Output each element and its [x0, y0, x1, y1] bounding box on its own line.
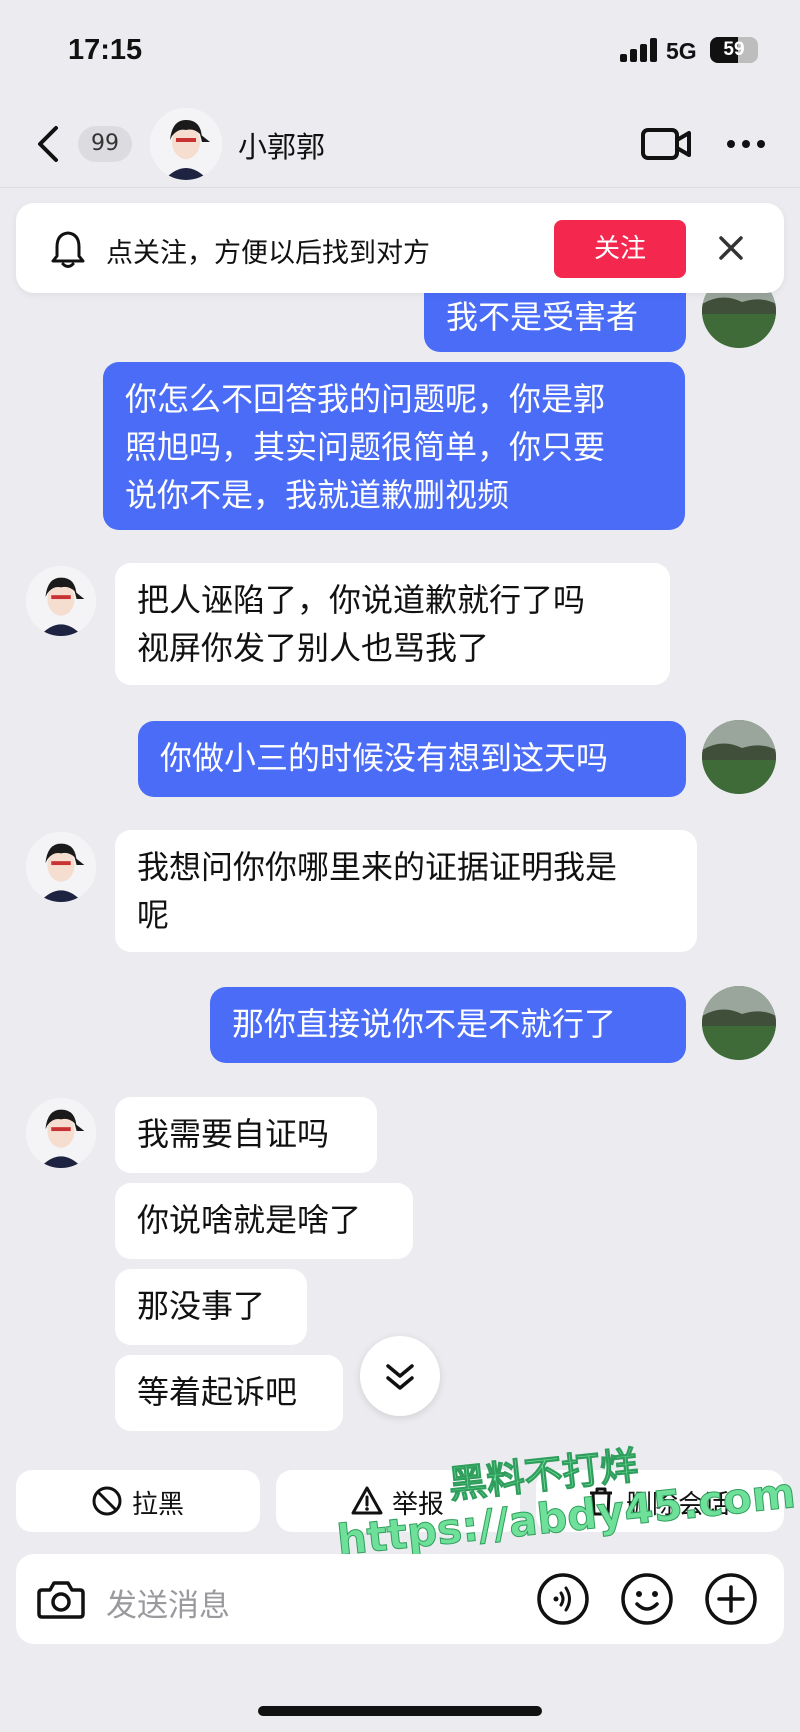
battery-percent: 59 [723, 39, 745, 60]
warning-icon [351, 1486, 383, 1515]
network-type: 5G [666, 38, 697, 64]
bell-icon [51, 231, 85, 268]
contact-avatar-small[interactable] [26, 832, 96, 902]
my-avatar[interactable] [702, 720, 776, 794]
message-input-bar: 发送消息 [16, 1554, 784, 1644]
follow-button[interactable]: 关注 [554, 220, 686, 278]
camera-icon[interactable] [36, 1576, 86, 1622]
block-icon [92, 1486, 122, 1516]
contact-avatar[interactable] [150, 108, 222, 180]
status-bar: 17:15 5G 59 [0, 0, 800, 100]
more-options-icon[interactable] [726, 138, 766, 150]
scroll-to-bottom-button[interactable] [360, 1336, 440, 1416]
signal-icon [620, 38, 658, 62]
message-bubble-received[interactable]: 我想问你你哪里来的证据证明我是 呢 [115, 830, 697, 952]
follow-prompt-text: 点关注，方便以后找到对方 [106, 238, 430, 269]
voice-icon[interactable] [536, 1572, 590, 1626]
trash-icon [590, 1487, 612, 1516]
message-bubble-received[interactable]: 那没事了 [115, 1269, 307, 1345]
contact-avatar-small[interactable] [26, 1098, 96, 1168]
report-button[interactable]: 举报 [276, 1470, 520, 1532]
my-avatar[interactable] [702, 986, 776, 1060]
double-chevron-down-icon [386, 1364, 414, 1390]
contact-name[interactable]: 小郭郭 [238, 124, 325, 166]
status-time: 17:15 [68, 34, 143, 66]
message-input[interactable]: 发送消息 [106, 1580, 230, 1625]
message-bubble-sent[interactable]: 你做小三的时候没有想到这天吗 [138, 721, 686, 797]
plus-icon[interactable] [704, 1572, 758, 1626]
message-bubble-received[interactable]: 等着起诉吧 [115, 1355, 343, 1431]
message-bubble-received[interactable]: 把人诬陷了，你说道歉就行了吗 视屏你发了别人也骂我了 [115, 563, 670, 685]
emoji-icon[interactable] [620, 1572, 674, 1626]
video-call-icon[interactable] [640, 124, 692, 164]
delete-chat-button[interactable]: 删除会话 [536, 1470, 784, 1532]
contact-avatar-small[interactable] [26, 566, 96, 636]
delete-chat-label: 删除会话 [626, 1490, 731, 1520]
home-indicator [258, 1706, 542, 1716]
message-bubble-sent[interactable]: 那你直接说你不是不就行了 [210, 987, 686, 1063]
unread-badge[interactable]: 99 [78, 126, 132, 162]
battery-icon: 59 [710, 37, 758, 63]
chat-header: 99 小郭郭 [0, 100, 800, 188]
back-arrow-icon[interactable] [30, 122, 70, 166]
close-icon[interactable] [716, 233, 746, 263]
message-bubble-received[interactable]: 你说啥就是啥了 [115, 1183, 413, 1259]
block-button[interactable]: 拉黑 [16, 1470, 260, 1532]
message-bubble-received[interactable]: 我需要自证吗 [115, 1097, 377, 1173]
report-label: 举报 [392, 1490, 445, 1520]
block-label: 拉黑 [132, 1490, 185, 1520]
follow-prompt-bar: 点关注，方便以后找到对方 关注 [16, 203, 784, 293]
message-bubble-sent[interactable]: 你怎么不回答我的问题呢，你是郭 照旭吗，其实问题很简单，你只要 说你不是，我就道… [103, 362, 685, 530]
